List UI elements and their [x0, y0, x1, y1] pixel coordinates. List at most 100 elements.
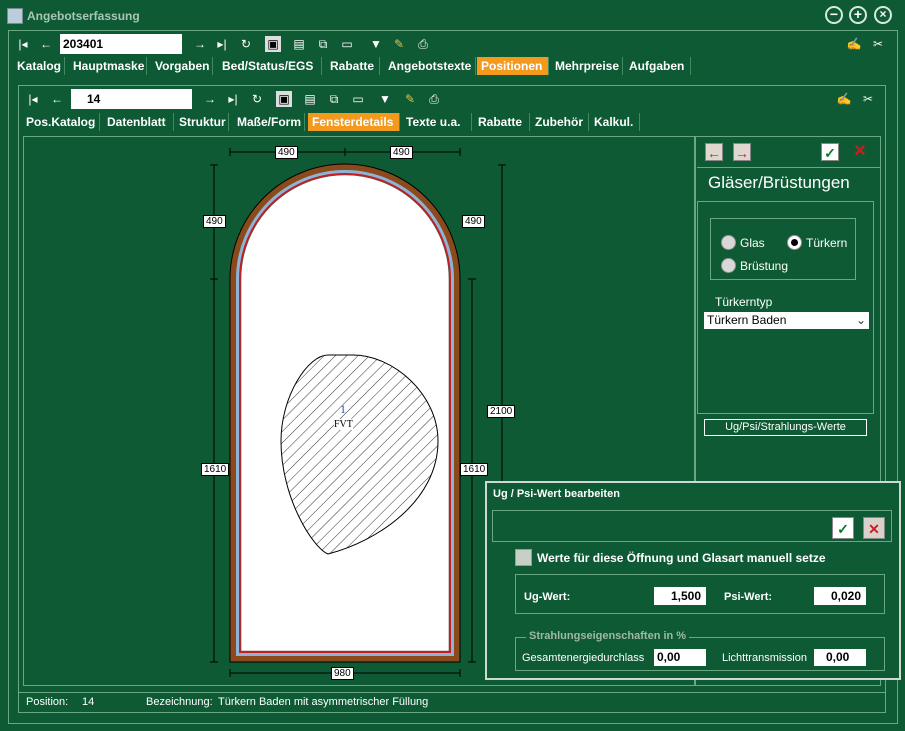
save-icon[interactable]: ▣	[265, 36, 281, 52]
edit-pencil-icon[interactable]: ✎	[402, 91, 418, 107]
close-icon[interactable]: ×	[874, 6, 892, 24]
tab-vorgaben[interactable]: Vorgaben	[151, 57, 213, 75]
filter-icon[interactable]: ▼	[368, 36, 384, 52]
tab-rabatte[interactable]: Rabatte	[474, 113, 530, 131]
panel-divider	[697, 167, 881, 168]
ug-wert-label: Ug-Wert:	[524, 591, 571, 603]
tab-katalog[interactable]: Katalog	[13, 57, 65, 75]
arrow-left-icon[interactable]: ←	[705, 143, 723, 161]
radio-bruestung-label: Brüstung	[740, 259, 789, 273]
dim-left-upper: 490	[203, 215, 226, 228]
next-position-icon[interactable]: →	[202, 91, 218, 107]
tab-bed-status-egs[interactable]: Bed/Status/EGS	[218, 57, 322, 75]
dim-left-lower: 1610	[201, 463, 230, 476]
dim-right-upper: 490	[462, 215, 485, 228]
tab-aufgaben[interactable]: Aufgaben	[625, 57, 691, 75]
print-icon[interactable]: ⎙	[415, 36, 431, 52]
tuerkerntyp-value: Türkern Baden	[707, 313, 787, 327]
dialog-confirm-check-icon[interactable]: ✓	[832, 517, 854, 539]
manual-values-checkbox[interactable]	[515, 549, 532, 566]
tab-positionen[interactable]: Positionen	[477, 57, 549, 75]
fill-number: 1	[340, 402, 346, 416]
minimize-icon[interactable]: −	[825, 6, 843, 24]
print-icon[interactable]: ⎙	[426, 91, 442, 107]
folder-icon[interactable]: ▭	[339, 36, 355, 52]
tab-angebotstexte[interactable]: Angebotstexte	[384, 57, 476, 75]
refresh-icon[interactable]: ↻	[249, 91, 265, 107]
dim-top-left: 490	[275, 146, 298, 159]
last-position-icon[interactable]: ▸|	[225, 91, 241, 107]
copy-record-icon[interactable]: ▤	[302, 91, 318, 107]
tab-masse-form[interactable]: Maße/Form	[233, 113, 305, 131]
tab-mehrpreise[interactable]: Mehrpreise	[551, 57, 623, 75]
tab-pos-katalog[interactable]: Pos.Katalog	[22, 113, 100, 131]
clipboard-icon[interactable]: ⧉	[315, 36, 331, 52]
arrow-right-icon[interactable]: →	[733, 143, 751, 161]
edit-note-icon[interactable]: ✍	[846, 36, 862, 52]
maximize-icon[interactable]: +	[849, 6, 867, 24]
clipboard-icon[interactable]: ⧉	[326, 91, 342, 107]
cancel-x-icon[interactable]: ✕	[851, 143, 869, 161]
filter-icon[interactable]: ▼	[377, 91, 393, 107]
dim-right-total: 2100	[487, 405, 516, 418]
refresh-icon[interactable]: ↻	[238, 36, 254, 52]
position-number-input[interactable]: 14	[71, 89, 192, 109]
window-title: Angebotserfassung	[27, 9, 140, 23]
radio-glas[interactable]	[721, 235, 736, 250]
tab-datenblatt[interactable]: Datenblatt	[103, 113, 174, 131]
tools-icon[interactable]: ✂	[870, 36, 886, 52]
app-icon	[7, 8, 23, 24]
gesamtenergie-input[interactable]: 0,00	[654, 649, 706, 666]
dim-right-lower: 1610	[460, 463, 489, 476]
radio-glas-label: Glas	[740, 236, 765, 250]
main-tabs: Katalog Hauptmaske Vorgaben Bed/Status/E…	[13, 57, 893, 76]
radio-tuerkern[interactable]	[787, 235, 802, 250]
edit-pencil-icon[interactable]: ✎	[391, 36, 407, 52]
folder-icon[interactable]: ▭	[350, 91, 366, 107]
prev-position-icon[interactable]: ←	[49, 91, 65, 107]
radio-bruestung[interactable]	[721, 258, 736, 273]
tab-fensterdetails[interactable]: Fensterdetails	[308, 113, 400, 131]
position-label: Position:	[26, 696, 69, 708]
edit-note-icon[interactable]: ✍	[836, 91, 852, 107]
ug-dialog-title: Ug / Psi-Wert bearbeiten	[493, 488, 620, 500]
strahlung-legend: Strahlungseigenschaften in %	[526, 630, 690, 642]
prev-record-icon[interactable]: ←	[38, 36, 54, 52]
fill-code: FVT	[334, 419, 353, 430]
tab-zubehoer[interactable]: Zubehör	[531, 113, 589, 131]
lichttransmission-input[interactable]: 0,00	[814, 649, 866, 666]
dim-bottom: 980	[331, 667, 354, 680]
manual-values-label: Werte für diese Öffnung und Glasart manu…	[537, 551, 826, 565]
psi-wert-label: Psi-Wert:	[724, 591, 773, 603]
glaeser-title: Gläser/Brüstungen	[708, 173, 850, 192]
tab-hauptmaske[interactable]: Hauptmaske	[69, 57, 147, 75]
lichttransmission-label: Lichttransmission	[722, 652, 807, 664]
tab-rabatte[interactable]: Rabatte	[326, 57, 380, 75]
save-icon[interactable]: ▣	[276, 91, 292, 107]
dialog-cancel-x-icon[interactable]: ✕	[863, 517, 885, 539]
tab-kalkul[interactable]: Kalkul.	[590, 113, 640, 131]
copy-record-icon[interactable]: ▤	[291, 36, 307, 52]
ug-psi-button[interactable]: Ug/Psi/Strahlungs-Werte	[704, 419, 867, 436]
first-position-icon[interactable]: |◂	[25, 91, 41, 107]
last-record-icon[interactable]: ▸|	[214, 36, 230, 52]
position-value: 14	[82, 696, 95, 708]
tab-texte[interactable]: Texte u.a.	[402, 113, 472, 131]
tools-icon[interactable]: ✂	[860, 91, 876, 107]
psi-wert-input[interactable]: 0,020	[814, 587, 866, 605]
gesamtenergie-label: Gesamtenergiedurchlass	[522, 652, 645, 664]
next-record-icon[interactable]: →	[192, 36, 208, 52]
bezeichnung-label: Bezeichnung:	[146, 696, 213, 708]
bezeichnung-value: Türkern Baden mit asymmetrischer Füllung	[218, 696, 429, 708]
dim-top-right: 490	[390, 146, 413, 159]
tuerkerntyp-select[interactable]: Türkern Baden ⌄	[704, 312, 869, 329]
record-number-input[interactable]: 203401	[60, 34, 182, 54]
first-record-icon[interactable]: |◂	[15, 36, 31, 52]
tab-struktur[interactable]: Struktur	[175, 113, 229, 131]
ug-wert-input[interactable]: 1,500	[654, 587, 706, 605]
sub-tabs: Pos.Katalog Datenblatt Struktur Maße/For…	[22, 113, 882, 132]
tuerkerntyp-label: Türkerntyp	[715, 295, 773, 309]
chevron-down-icon: ⌄	[855, 313, 866, 327]
radio-tuerkern-label: Türkern	[806, 236, 848, 250]
confirm-check-icon[interactable]: ✓	[821, 143, 839, 161]
